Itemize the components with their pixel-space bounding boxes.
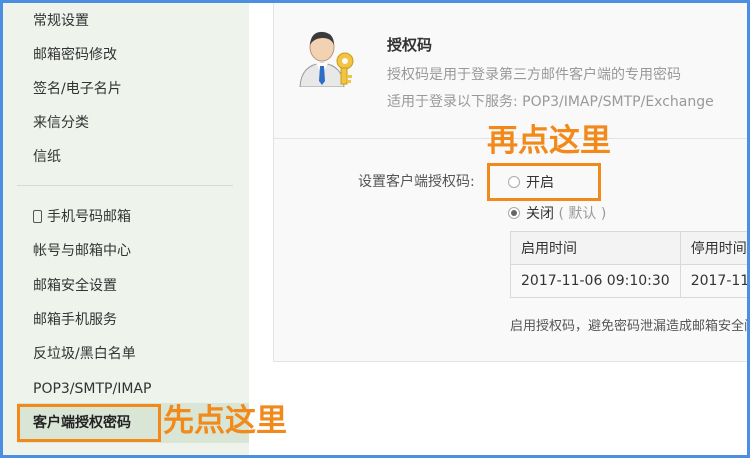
radio-disable-text: 关闭 xyxy=(526,206,554,222)
sidebar-item-label: 邮箱安全设置 xyxy=(33,278,117,294)
sidebar: 常规设置 邮箱密码修改 签名/电子名片 来信分类 信纸 手机号码邮箱 帐号与邮箱… xyxy=(3,3,249,455)
auth-description: 授权码是用于登录第三方邮件客户端的专用密码 xyxy=(387,67,681,83)
sidebar-item-label: 常规设置 xyxy=(33,13,89,29)
auth-services: 适用于登录以下服务: POP3/IMAP/SMTP/Exchange xyxy=(387,94,714,110)
sidebar-item-signature[interactable]: 签名/电子名片 xyxy=(33,80,122,98)
highlight-box-first xyxy=(17,404,161,442)
sidebar-item-label: 手机号码邮箱 xyxy=(47,209,131,225)
table-cell: 2017-11-06 09:10:30 xyxy=(510,264,681,298)
radio-disable-hint: ( 默认 ) xyxy=(558,206,607,222)
sidebar-item-label: 来信分类 xyxy=(33,115,89,131)
sidebar-item-account-center[interactable]: 帐号与邮箱中心 xyxy=(33,242,131,260)
auth-history-table: 启用时间 停用时间 2017-11-06 09:10:30 2017-11-06 xyxy=(510,231,747,298)
sidebar-item-pop3[interactable]: POP3/SMTP/IMAP xyxy=(33,380,151,398)
annotation-first-step: 先点这里 xyxy=(163,403,287,439)
sidebar-item-password[interactable]: 邮箱密码修改 xyxy=(33,46,117,64)
sidebar-item-label: 帐号与邮箱中心 xyxy=(33,243,131,259)
sidebar-item-antispam[interactable]: 反垃圾/黑白名单 xyxy=(33,345,136,363)
table-header-row: 启用时间 停用时间 xyxy=(510,231,747,265)
auth-setting-label: 设置客户端授权码: xyxy=(358,174,475,190)
sidebar-item-label: POP3/SMTP/IMAP xyxy=(33,381,152,397)
sidebar-item-security[interactable]: 邮箱安全设置 xyxy=(33,277,117,295)
table-header-cell: 停用时间 xyxy=(679,231,747,265)
auth-title: 授权码 xyxy=(387,36,433,54)
sidebar-divider xyxy=(17,185,233,186)
sidebar-item-label: 信纸 xyxy=(33,149,61,165)
sidebar-item-mail-filter[interactable]: 来信分类 xyxy=(33,114,89,132)
auth-info-panel: 授权码 授权码是用于登录第三方邮件客户端的专用密码 适用于登录以下服务: POP… xyxy=(273,3,747,139)
sidebar-item-label: 邮箱手机服务 xyxy=(33,312,117,328)
table-header-cell: 启用时间 xyxy=(510,231,681,265)
phone-icon xyxy=(33,210,42,223)
screenshot-frame: 常规设置 邮箱密码修改 签名/电子名片 来信分类 信纸 手机号码邮箱 帐号与邮箱… xyxy=(3,3,747,455)
sidebar-item-label: 邮箱密码修改 xyxy=(33,47,117,63)
table-cell: 2017-11-06 xyxy=(679,264,747,298)
radio-disable-label[interactable]: 关闭 ( 默认 ) xyxy=(526,203,606,223)
user-key-icon xyxy=(298,25,360,88)
auth-note: 启用授权码，避免密码泄漏造成邮箱安全问题 xyxy=(510,319,747,334)
sidebar-item-label: 反垃圾/黑白名单 xyxy=(33,346,136,362)
sidebar-item-label: 签名/电子名片 xyxy=(33,81,122,97)
radio-disable[interactable] xyxy=(508,207,520,219)
annotation-second-step: 再点这里 xyxy=(487,123,611,159)
sidebar-item-stationery[interactable]: 信纸 xyxy=(33,148,61,166)
sidebar-item-phone-mail[interactable]: 手机号码邮箱 xyxy=(33,208,131,226)
sidebar-item-general[interactable]: 常规设置 xyxy=(33,12,89,30)
sidebar-item-mobile-service[interactable]: 邮箱手机服务 xyxy=(33,311,117,329)
highlight-box-second xyxy=(487,163,601,201)
table-row: 2017-11-06 09:10:30 2017-11-06 xyxy=(510,264,747,298)
